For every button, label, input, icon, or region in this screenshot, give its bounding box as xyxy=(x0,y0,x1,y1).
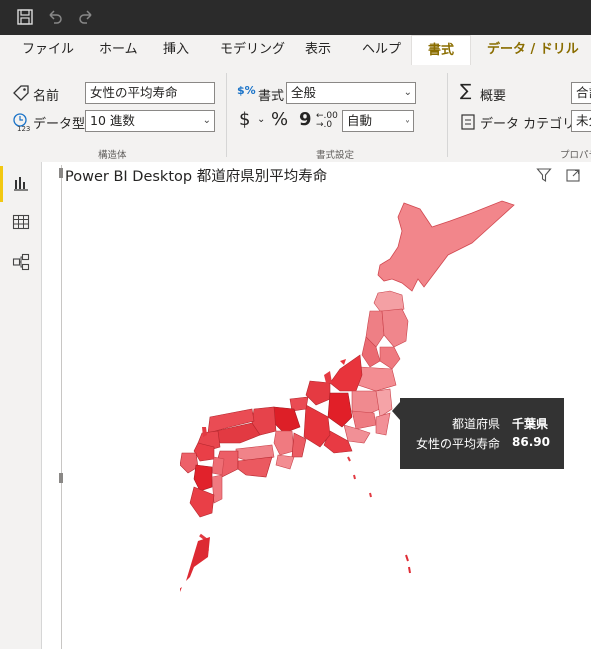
map-region-kumamoto xyxy=(193,464,213,492)
chevron-down-icon[interactable]: ⌄ xyxy=(257,114,265,125)
percent-button[interactable]: % xyxy=(271,109,288,130)
decimal-places-spinner[interactable]: 自動 ˄ ˅ xyxy=(342,110,414,132)
format-value: 全般 xyxy=(291,85,317,100)
resize-handle[interactable] xyxy=(59,168,63,178)
save-icon[interactable] xyxy=(15,7,35,27)
format-icon: $% xyxy=(237,84,256,97)
tab-format[interactable]: 書式 xyxy=(411,35,471,66)
format-dropdown[interactable]: 全般 ⌄ xyxy=(286,82,416,104)
datatype-icon: 123 xyxy=(13,113,30,132)
tab-view[interactable]: 表示 xyxy=(305,35,331,65)
name-field-value: 女性の平均寿命 xyxy=(90,85,178,100)
tab-data-drill[interactable]: データ / ドリル xyxy=(487,35,579,65)
data-category-value: 未分 xyxy=(576,113,591,128)
map-region-ibaraki xyxy=(375,388,393,418)
map-region-fukushima xyxy=(357,366,397,392)
data-category-dropdown[interactable]: 未分 xyxy=(571,110,591,132)
datatype-label: データ型 xyxy=(33,117,86,132)
decimal-places-value: 自動 xyxy=(347,113,373,128)
datatype-value: 10 進数 xyxy=(90,113,135,128)
map-region-shiga-kyoto xyxy=(271,406,301,434)
undo-icon[interactable] xyxy=(45,7,65,27)
tab-modeling[interactable]: モデリング xyxy=(220,35,285,65)
resize-handle[interactable] xyxy=(59,473,63,483)
map-region-kagoshima xyxy=(189,486,215,518)
map-region-wakayama xyxy=(275,454,295,470)
format-label: 書式 xyxy=(258,89,285,104)
summary-dropdown[interactable]: 合計 xyxy=(571,82,591,104)
report-view-icon[interactable] xyxy=(12,174,30,192)
formatting-group-label: 書式設定 xyxy=(316,150,355,161)
filter-icon[interactable] xyxy=(536,167,552,183)
tooltip-pointer xyxy=(392,402,400,420)
map-region-nagano xyxy=(327,392,353,428)
decimal-places-icon[interactable]: ←.00 →.0 xyxy=(316,112,338,130)
map-region-osaka-nara xyxy=(273,430,295,456)
map-region-saitama-tokyo xyxy=(351,410,377,430)
name-field[interactable]: 女性の平均寿命 xyxy=(85,82,215,104)
spinner-arrows-icon: ˄ ˅ xyxy=(405,110,410,131)
model-view-icon[interactable] xyxy=(12,253,30,271)
data-category-icon xyxy=(461,114,475,130)
tooltip-measure-label: 女性の平均寿命 xyxy=(415,437,500,451)
visual-border xyxy=(61,165,62,649)
title-bar xyxy=(0,0,591,35)
chevron-down-icon: ⌄ xyxy=(403,87,412,98)
tooltip-measure-value: 86.90 xyxy=(512,435,550,449)
ribbon-panel: 名前 女性の平均寿命 123 データ型 10 進数 ⌄ 構造体 $% 書式 全般… xyxy=(0,65,591,163)
name-label: 名前 xyxy=(33,89,60,104)
map-region-chiba xyxy=(375,412,391,436)
properties-group-label: プロパテ xyxy=(560,150,591,161)
structure-group-label: 構造体 xyxy=(98,150,127,161)
divider xyxy=(226,73,227,157)
tag-icon xyxy=(13,85,29,101)
tab-home[interactable]: ホーム xyxy=(99,35,138,65)
visual-title: Power BI Desktop 都道府県別平均寿命 xyxy=(65,169,328,185)
svg-text:123: 123 xyxy=(17,125,30,132)
sigma-icon: ∑ xyxy=(460,81,472,101)
map-region-miyagi xyxy=(379,346,401,370)
summary-value: 合計 xyxy=(576,85,591,100)
chevron-down-icon: ⌄ xyxy=(202,115,211,126)
summary-label: 概要 xyxy=(480,89,507,104)
tooltip-prefecture-value: 千葉県 xyxy=(512,417,549,431)
map-region-ogasawara xyxy=(405,554,411,574)
tab-insert[interactable]: 挿入 xyxy=(163,35,189,65)
comma-button[interactable]: 9 xyxy=(299,109,312,130)
view-switcher xyxy=(0,162,42,649)
map-region-kochi xyxy=(237,456,273,478)
data-view-icon[interactable] xyxy=(12,213,30,231)
currency-button[interactable]: $ xyxy=(239,109,250,130)
map-region-izu-islands xyxy=(347,456,372,498)
focus-mode-icon[interactable] xyxy=(565,167,581,183)
tab-help[interactable]: ヘルプ xyxy=(362,35,401,65)
map-tooltip: 都道府県 千葉県 女性の平均寿命 86.90 xyxy=(392,398,564,469)
tab-file[interactable]: ファイル xyxy=(22,35,74,65)
divider xyxy=(447,73,448,157)
active-view-indicator xyxy=(0,166,3,202)
map-region-oita xyxy=(211,456,225,476)
map-region-noto xyxy=(324,371,332,383)
datatype-dropdown[interactable]: 10 進数 ⌄ xyxy=(85,110,215,132)
ribbon-tabs: ファイル ホーム 挿入 モデリング 表示 ヘルプ 書式 データ / ドリル xyxy=(0,35,591,66)
map-region-niigata xyxy=(329,354,363,392)
map-region-toyama-ishikawa xyxy=(305,380,331,406)
data-category-label: データ カテゴリ xyxy=(480,117,576,132)
map-region-sado xyxy=(340,359,346,365)
map-region-amami xyxy=(186,537,210,581)
map-region-iwate xyxy=(381,308,409,348)
redo-icon[interactable] xyxy=(76,7,96,27)
map-region-okinawa xyxy=(180,587,182,592)
tooltip-prefecture-label: 都道府県 xyxy=(451,417,500,431)
map-region-hokkaido xyxy=(377,200,515,292)
